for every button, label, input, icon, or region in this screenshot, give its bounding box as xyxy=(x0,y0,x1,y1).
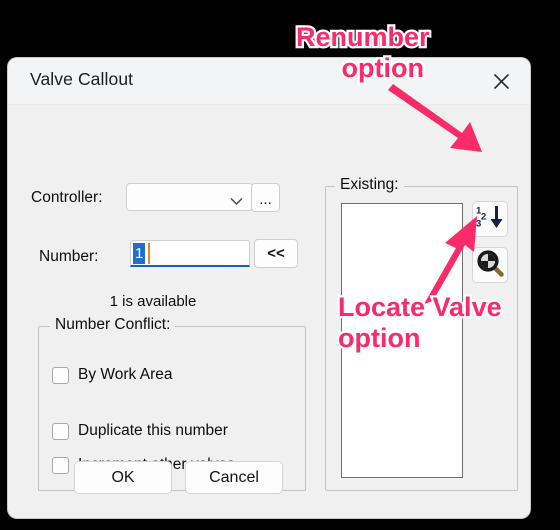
annotation-renumber: Renumber option xyxy=(294,20,432,86)
number-label: Number: xyxy=(39,248,99,265)
number-back-button[interactable]: << xyxy=(254,239,298,268)
checkbox-box[interactable] xyxy=(52,422,69,440)
dialog-titlebar: Valve Callout xyxy=(8,58,530,105)
controller-browse-button[interactable]: ... xyxy=(251,183,280,212)
number-conflict-legend: Number Conflict: xyxy=(50,316,176,334)
chevron-down-icon xyxy=(230,193,243,211)
ok-button[interactable]: OK xyxy=(74,461,172,494)
existing-legend: Existing: xyxy=(335,176,404,194)
number-input-value: 1 xyxy=(133,243,146,264)
valve-callout-dialog: Valve Callout Controller: ... Number: 1 … xyxy=(8,58,530,518)
checkbox-duplicate-this-number[interactable]: Duplicate this number xyxy=(52,422,228,440)
magnifier-locate-valve-icon xyxy=(476,249,504,282)
text-caret xyxy=(148,243,150,264)
number-input[interactable]: 1 xyxy=(130,240,250,267)
checkbox-box[interactable] xyxy=(52,366,69,384)
annotation-renumber-line1: Renumber xyxy=(294,20,432,55)
svg-text:3: 3 xyxy=(476,218,481,229)
controller-label: Controller: xyxy=(31,189,103,206)
renumber-123-down-arrow-icon: 1 2 3 xyxy=(476,204,504,235)
annotation-locate-line1: Locate Valve xyxy=(336,290,504,325)
close-icon xyxy=(493,73,510,90)
svg-text:2: 2 xyxy=(481,211,486,222)
checkbox-box[interactable] xyxy=(52,456,69,474)
checkbox-by-work-area[interactable]: By Work Area xyxy=(52,366,172,384)
checkbox-label: By Work Area xyxy=(78,366,173,383)
dialog-title: Valve Callout xyxy=(30,69,134,89)
cancel-button[interactable]: Cancel xyxy=(185,461,283,494)
locate-valve-button[interactable] xyxy=(472,247,508,283)
close-button[interactable] xyxy=(484,66,518,96)
availability-text: 1 is available xyxy=(109,293,197,310)
annotation-locate-valve: Locate Valve option xyxy=(336,290,504,356)
renumber-button[interactable]: 1 2 3 xyxy=(472,201,508,237)
controller-combobox[interactable] xyxy=(126,183,253,211)
annotation-renumber-line2: option xyxy=(339,51,426,86)
annotation-locate-line2: option xyxy=(336,321,423,356)
checkbox-label: Duplicate this number xyxy=(78,422,228,439)
